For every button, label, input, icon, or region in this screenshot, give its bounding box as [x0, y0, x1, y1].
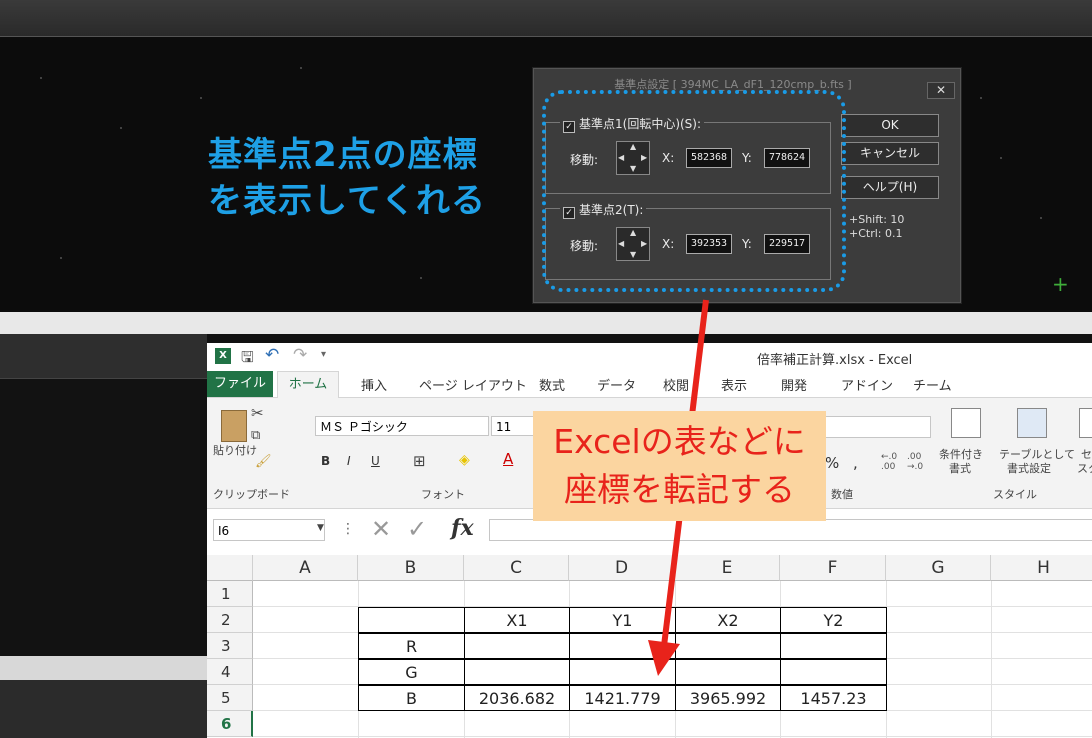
transfer-arrow — [648, 299, 709, 676]
transfer-callout: Excelの表などに 座標を転記する — [533, 411, 826, 521]
callout-line-1: Excelの表などに — [553, 422, 806, 461]
callout-line-2: 座標を転記する — [564, 470, 795, 509]
